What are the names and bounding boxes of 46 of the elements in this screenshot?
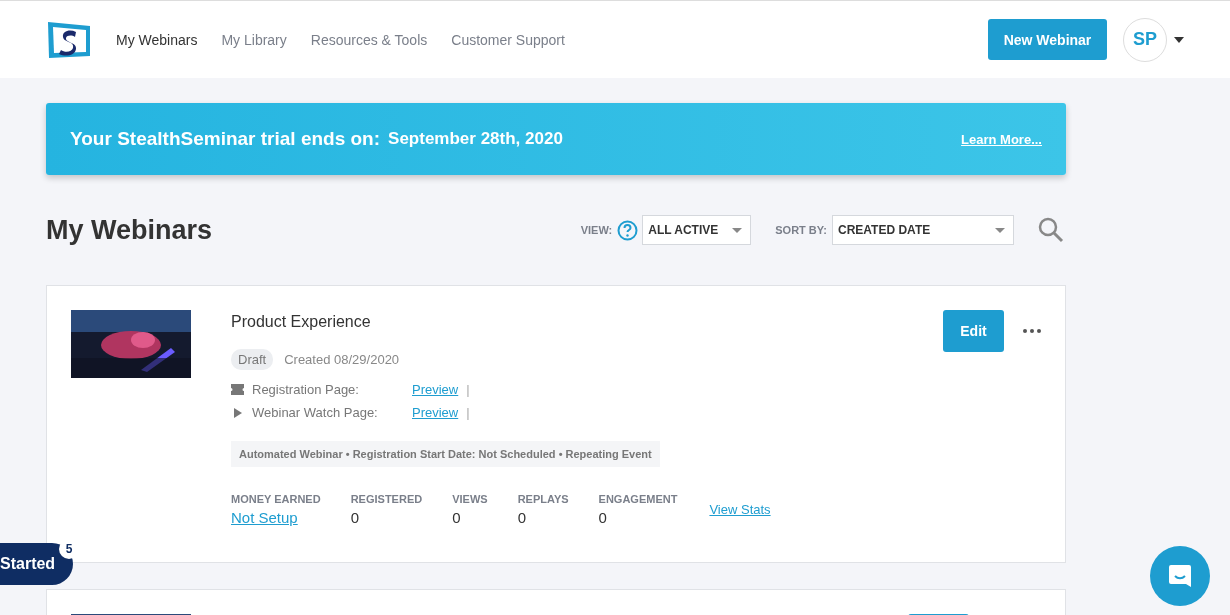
stat-label: MONEY EARNED — [231, 493, 321, 505]
chat-button[interactable] — [1150, 546, 1210, 606]
new-webinar-button[interactable]: New Webinar — [988, 19, 1107, 60]
sort-label: SORT BY: — [775, 224, 827, 236]
learn-more-link[interactable]: Learn More... — [961, 131, 1042, 147]
status-badge: Draft — [231, 349, 274, 370]
help-icon[interactable] — [617, 219, 639, 241]
stat-value: 0 — [452, 509, 462, 526]
nav-link[interactable]: Resources & Tools — [310, 31, 428, 48]
stat-label: REGISTERED — [350, 493, 423, 505]
preview-link[interactable]: Preview — [412, 382, 459, 397]
nav-link[interactable]: Customer Support — [451, 31, 565, 48]
ticket-icon — [231, 384, 244, 395]
view-stats-link[interactable]: View Stats — [709, 502, 771, 517]
banner-text: Your StealthSeminar trial ends on: — [70, 128, 381, 150]
page-label: Webinar Watch Page: — [252, 405, 379, 420]
more-icon[interactable] — [1023, 329, 1041, 333]
chat-icon — [1167, 563, 1193, 589]
caret-icon — [732, 227, 743, 233]
stat-value: 0 — [350, 509, 360, 526]
page-label: Registration Page: — [252, 382, 360, 397]
stat-value: 0 — [517, 509, 527, 526]
nav-link[interactable]: My Webinars — [116, 31, 198, 48]
page-title: My Webinars — [46, 214, 214, 246]
edit-button[interactable]: Edit — [943, 310, 1004, 352]
view-select[interactable]: ALL ACTIVE — [642, 215, 752, 245]
trial-date: September 28th, 2020 — [388, 129, 564, 149]
preview-link[interactable]: Preview — [412, 405, 459, 420]
nav-link[interactable]: My Library — [221, 31, 287, 48]
stat-label: REPLAYS — [517, 493, 569, 505]
stat-label: ENGAGEMENT — [598, 493, 678, 505]
webinar-title: Product Experience — [231, 313, 371, 331]
money-link[interactable]: Not Setup — [231, 509, 321, 526]
view-label: VIEW: — [580, 224, 613, 236]
logo-icon[interactable] — [46, 19, 92, 60]
search-icon[interactable] — [1038, 217, 1064, 243]
caret-icon — [995, 227, 1005, 233]
stat-value: 0 — [598, 509, 608, 526]
stat-label: VIEWS — [452, 493, 488, 505]
caret-icon[interactable] — [1174, 36, 1184, 43]
created-date: Created 08/29/2020 — [284, 352, 400, 367]
separator: | — [466, 405, 470, 420]
sort-select[interactable]: CREATED DATE — [832, 215, 1014, 245]
separator: | — [466, 382, 470, 397]
play-icon — [231, 407, 244, 418]
webinar-info: Automated Webinar • Registration Start Date: Not Scheduled • Repeating Event — [231, 441, 660, 467]
